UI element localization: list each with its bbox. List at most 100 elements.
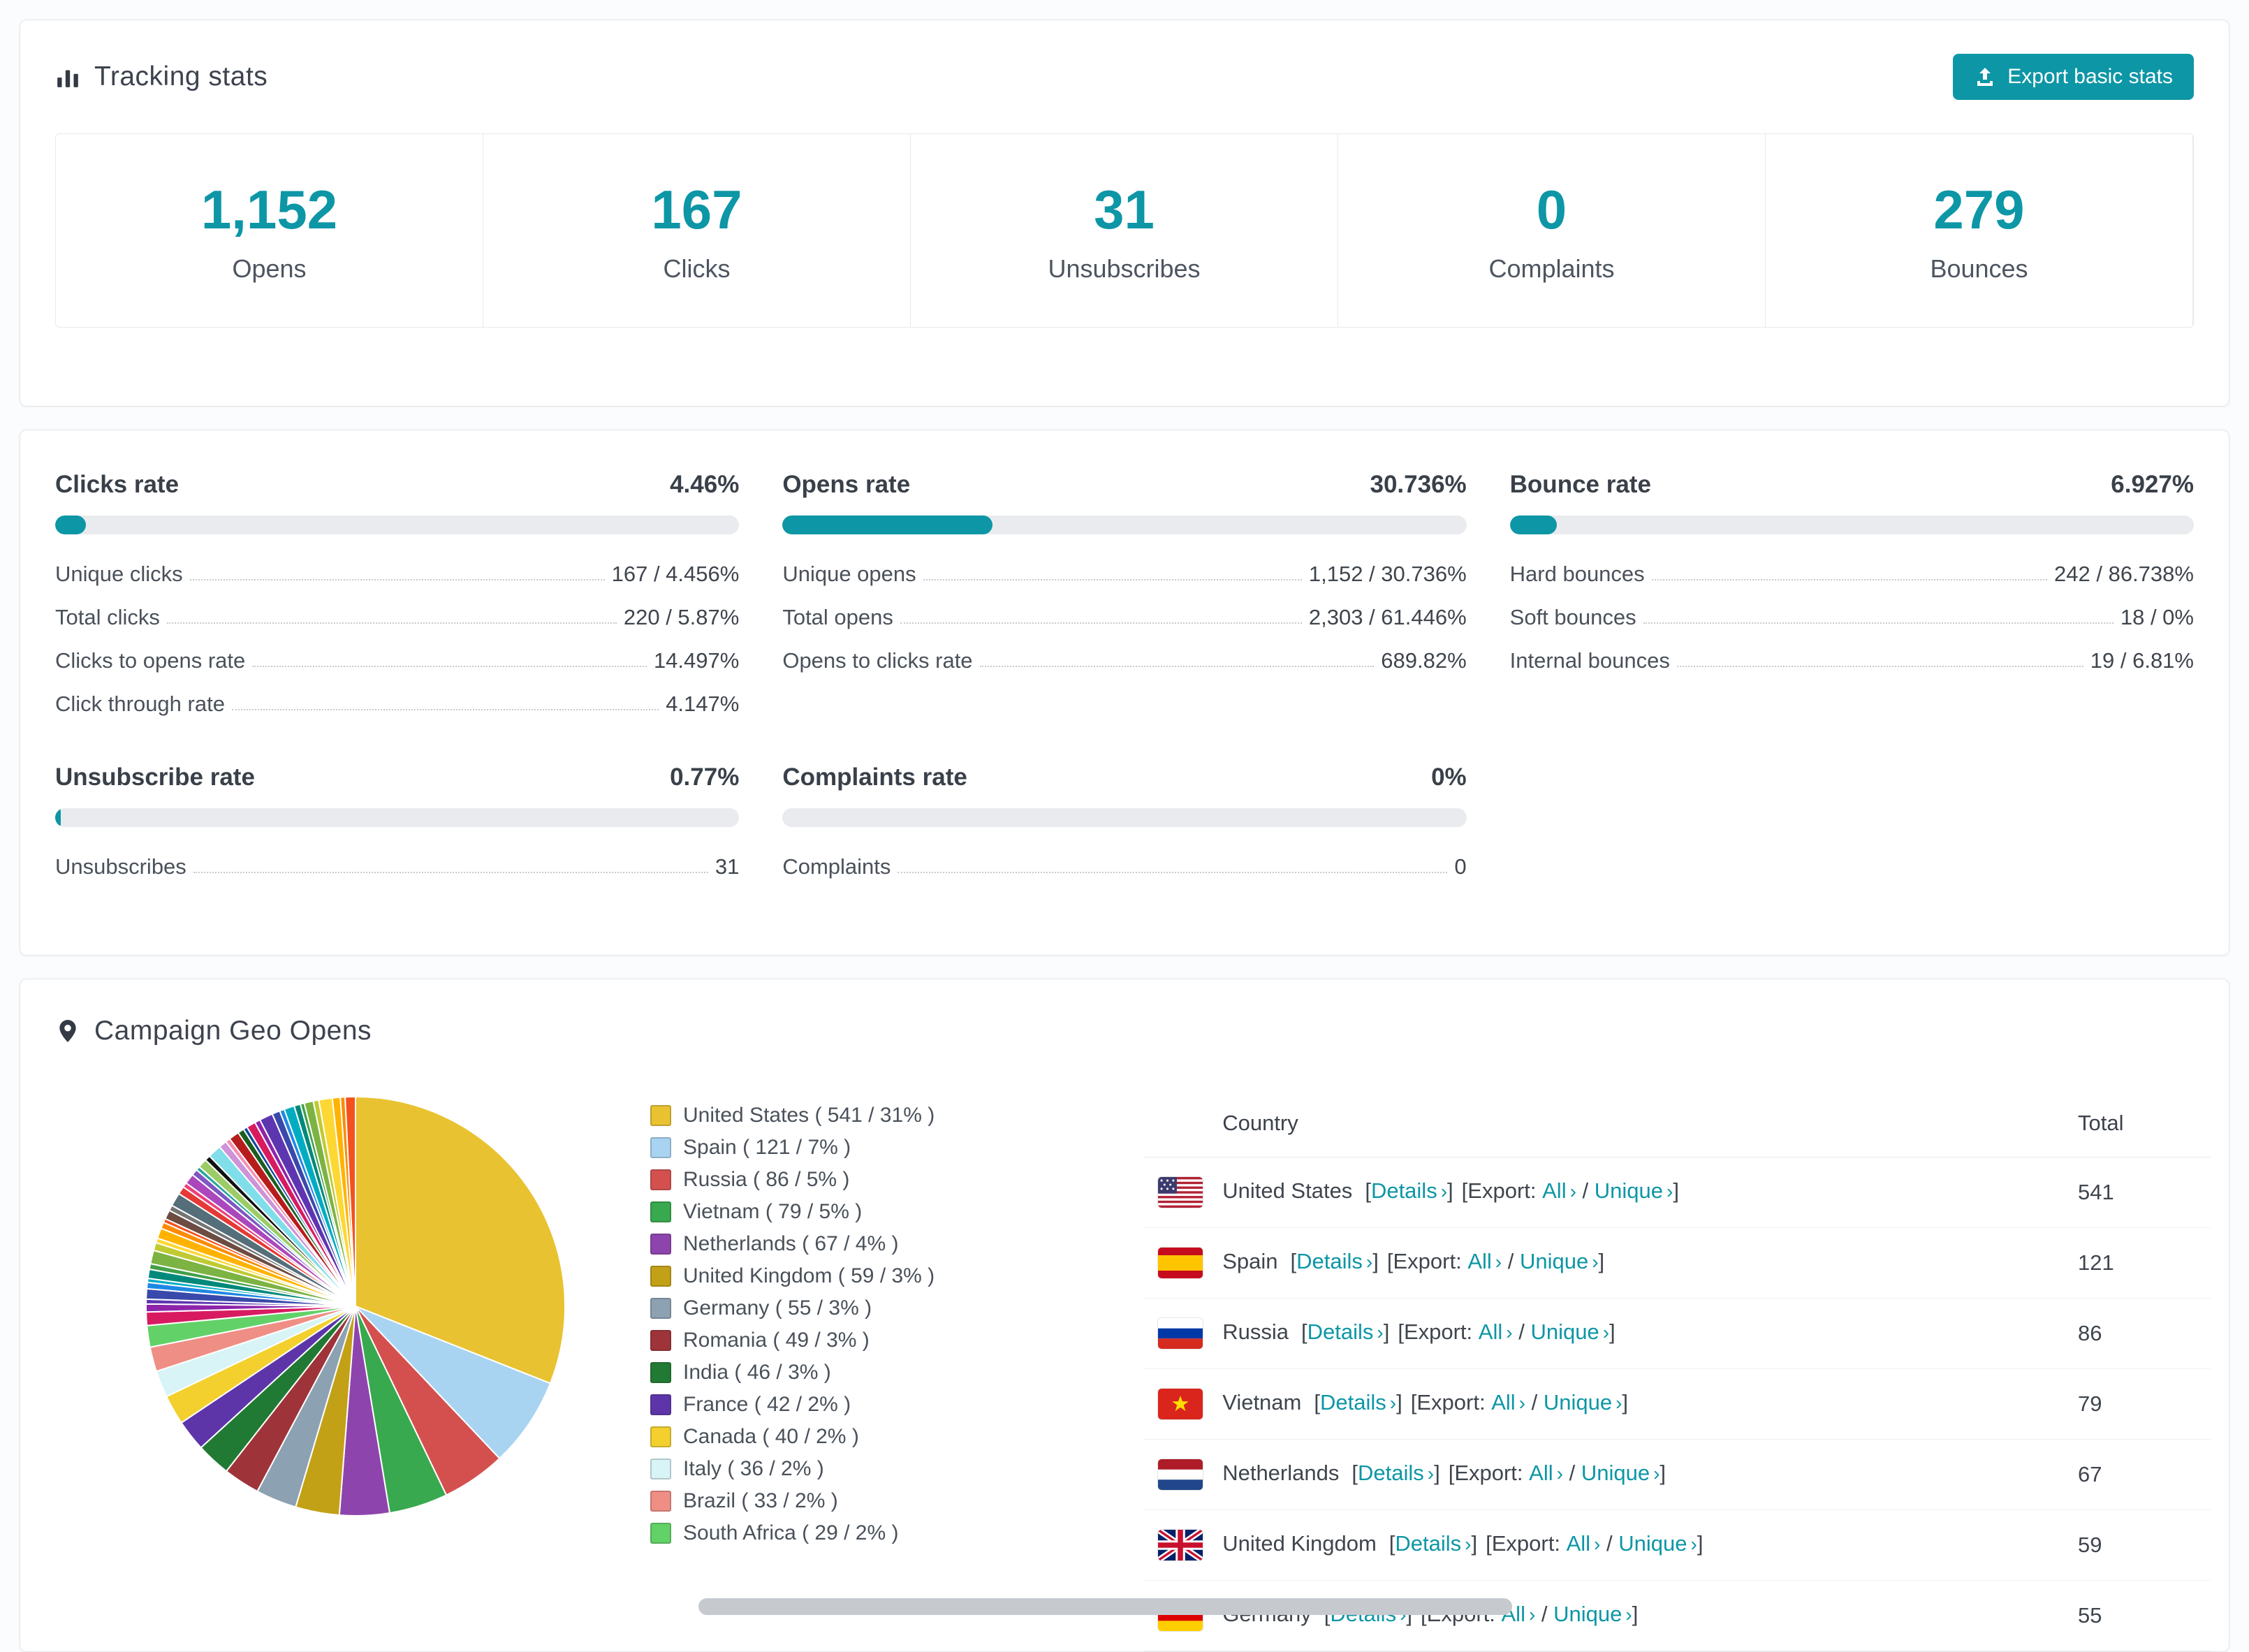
legend-item: India ( 46 / 3% ) — [650, 1357, 935, 1389]
bracket: ] — [1383, 1320, 1390, 1345]
export-unique-link[interactable]: Unique › — [1544, 1390, 1622, 1415]
dotted-leader — [193, 872, 708, 873]
export-all-link[interactable]: All › — [1491, 1390, 1525, 1415]
dotted-leader — [1676, 666, 2083, 667]
country-total: 67 — [2064, 1439, 2211, 1510]
stat-value: 1,152 — [200, 178, 338, 240]
geo-table-row: Germany[Details›][Export: All› / Unique›… — [1144, 1580, 2211, 1651]
chevron-right-icon: › — [1440, 1180, 1448, 1203]
stat-value: 31 — [1094, 178, 1155, 240]
rate-title: Clicks rate — [55, 471, 180, 498]
bracket: [ — [1290, 1249, 1297, 1274]
stat-box: 31 Unsubscribes — [911, 134, 1338, 327]
chevron-right-icon: › — [1518, 1392, 1525, 1415]
progress-bar — [782, 516, 1467, 534]
stat-row-value: 167 / 4.456% — [611, 562, 740, 586]
country-total: 541 — [2064, 1157, 2211, 1228]
export-prefix: Export: — [1416, 1390, 1486, 1415]
export-basic-stats-button[interactable]: Export basic stats — [1953, 54, 2194, 100]
country-name: Spain — [1222, 1249, 1278, 1274]
geo-opens-title: Campaign Geo Opens — [94, 1016, 372, 1046]
details-link[interactable]: Details› — [1296, 1249, 1372, 1273]
legend-label: Brazil ( 33 / 2% ) — [683, 1489, 838, 1512]
stat-label: Clicks — [663, 254, 731, 283]
stat-value: 167 — [651, 178, 742, 240]
stats-summary-row: 1,152 Opens 167 Clicks 31 Unsubscribes 0… — [55, 133, 2194, 328]
export-prefix: Export: — [1393, 1249, 1462, 1274]
legend-label: Netherlands ( 67 / 4% ) — [683, 1232, 899, 1255]
export-prefix: Export: — [1467, 1178, 1537, 1204]
bracket: [ — [1301, 1320, 1307, 1345]
export-prefix: Export: — [1491, 1531, 1560, 1556]
export-unique-link[interactable]: Unique › — [1520, 1249, 1599, 1273]
country-total: 86 — [2064, 1298, 2211, 1369]
export-unique-link[interactable]: Unique › — [1581, 1461, 1660, 1485]
dotted-leader — [166, 622, 617, 624]
legend-item: South Africa ( 29 / 2% ) — [650, 1517, 935, 1549]
dotted-leader — [898, 872, 1448, 873]
bracket: [ — [1461, 1178, 1468, 1204]
stat-row: Click through rate 4.147% — [55, 682, 739, 726]
dotted-leader — [189, 579, 605, 580]
chevron-right-icon: › — [1666, 1180, 1673, 1203]
bracket: ] — [1447, 1178, 1453, 1204]
export-all-link[interactable]: All › — [1479, 1320, 1513, 1344]
slash-separator: / — [1518, 1320, 1525, 1345]
details-link[interactable]: Details› — [1358, 1461, 1434, 1485]
tracking-stats-title: Tracking stats — [94, 61, 268, 92]
chevron-right-icon: › — [1625, 1604, 1632, 1626]
legend-swatch — [650, 1362, 671, 1383]
rate-panel-opens: Opens rate 30.736% Unique opens 1,152 / … — [782, 471, 1467, 726]
campaign-geo-opens-card: Campaign Geo Opens United States ( 541 /… — [20, 979, 2229, 1652]
stat-row-label: Internal bounces — [1509, 648, 1670, 673]
details-link[interactable]: Details› — [1307, 1320, 1384, 1344]
stat-row: Total opens 2,303 / 61.446% — [782, 596, 1466, 639]
stat-row-value: 4.147% — [666, 692, 740, 716]
bracket: ] — [1471, 1531, 1478, 1556]
legend-swatch — [650, 1298, 671, 1319]
rate-value: 4.46% — [670, 471, 740, 498]
export-unique-link[interactable]: Unique › — [1553, 1602, 1632, 1626]
geo-table-container: Country Total United States [Details ›] [Ex… — [1144, 1090, 2211, 1651]
stat-row-value: 1,152 / 30.736% — [1308, 562, 1467, 586]
export-unique-link[interactable]: Unique › — [1595, 1178, 1673, 1203]
rate-value: 30.736% — [1370, 471, 1467, 498]
stat-row: Complaints 0 — [782, 845, 1466, 889]
stat-row-label: Opens to clicks rate — [782, 648, 973, 673]
export-all-link[interactable]: All › — [1542, 1178, 1576, 1203]
bracket: [ — [1486, 1531, 1492, 1556]
dotted-leader — [979, 666, 1375, 667]
bracket: [ — [1314, 1390, 1320, 1415]
stat-row: Opens to clicks rate 689.82% — [782, 639, 1466, 682]
rate-value: 6.927% — [2111, 471, 2194, 498]
details-link[interactable]: Details› — [1395, 1531, 1471, 1556]
country-flag-icon — [1158, 1318, 1203, 1349]
export-all-link[interactable]: All › — [1467, 1249, 1502, 1273]
details-link[interactable]: Details› — [1371, 1178, 1447, 1203]
export-all-link[interactable]: All › — [1529, 1461, 1563, 1485]
export-unique-link[interactable]: Unique › — [1618, 1531, 1697, 1556]
progress-bar-fill — [55, 808, 61, 827]
details-link[interactable]: Details› — [1320, 1390, 1396, 1415]
export-all-link[interactable]: All › — [1567, 1531, 1601, 1556]
progress-bar — [782, 808, 1467, 827]
export-unique-link[interactable]: Unique › — [1530, 1320, 1609, 1344]
country-flag-icon — [1158, 1177, 1203, 1208]
stat-row-label: Complaints — [782, 854, 891, 879]
legend-label: United Kingdom ( 59 / 3% ) — [683, 1264, 935, 1287]
legend-item: Italy ( 36 / 2% ) — [650, 1453, 935, 1485]
country-flag-icon — [1158, 1248, 1203, 1278]
progress-bar — [1509, 516, 2194, 534]
slash-separator: / — [1507, 1249, 1514, 1274]
geo-pie-legend: United States ( 541 / 31% ) Spain ( 121 /… — [650, 1099, 935, 1549]
geo-table-row: United States [Details ›] [Export: All › / U… — [1144, 1157, 2211, 1228]
rate-panel-unsubscribe: Unsubscribe rate 0.77% Unsubscribes 31 — [55, 763, 740, 889]
stat-row-label: Unique clicks — [55, 562, 183, 586]
tracking-stats-card: Tracking stats Export basic stats 1,152 … — [20, 20, 2229, 407]
geo-table-row: Netherlands [Details ›] [Export: All › / Uni… — [1144, 1439, 2211, 1510]
legend-swatch — [650, 1266, 671, 1287]
stat-row: Unsubscribes 31 — [55, 845, 739, 889]
stat-label: Complaints — [1488, 254, 1615, 283]
stat-row-label: Total clicks — [55, 605, 160, 629]
stat-box: 279 Bounces — [1766, 134, 2193, 327]
